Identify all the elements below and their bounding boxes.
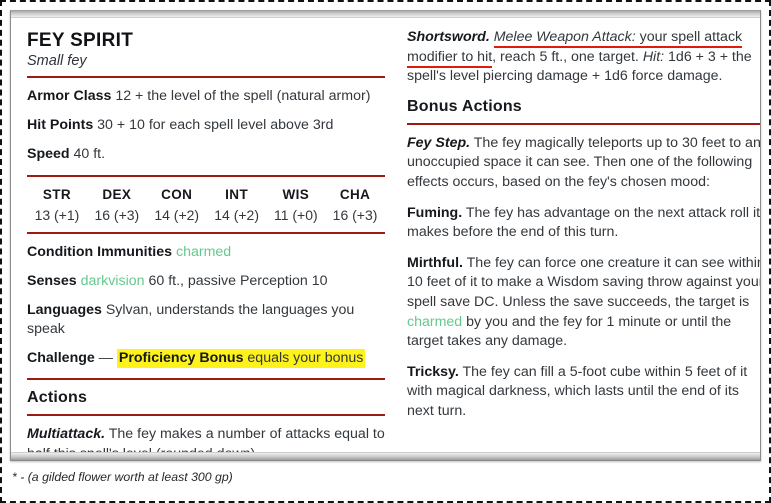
challenge-line: Challenge — Proficiency Bonus equals you… xyxy=(27,349,385,369)
proficiency-bonus-value: equals your bonus xyxy=(243,350,364,367)
ability-value-cha: 16 (+3) xyxy=(332,206,378,223)
ability-header-int: INT xyxy=(225,186,249,202)
hit-points-value: 30 + 10 for each spell level above 3rd xyxy=(93,117,334,134)
bonus-action-mirthful: Mirthful. The fey can force one creature… xyxy=(407,254,760,352)
card-top-edge xyxy=(11,10,760,18)
ability-header-con: CON xyxy=(161,186,193,202)
senses-value: 60 ft., passive Perception 10 xyxy=(144,272,328,289)
divider-rule xyxy=(27,76,385,78)
action-multiattack-name: Multiattack. xyxy=(27,426,106,443)
bonus-action-fey-step-name: Fey Step. xyxy=(407,134,471,151)
hit-points-line: Hit Points 30 + 10 for each spell level … xyxy=(27,116,385,135)
ability-value-con: 14 (+2) xyxy=(154,206,200,223)
divider-rule xyxy=(27,231,385,234)
screenshot-frame: FEY SPIRIT Small fey Armor Class 12 + th… xyxy=(0,0,771,503)
bonus-action-tricksy-text: The fey can fill a 5-foot cube within 5 … xyxy=(407,363,748,419)
proficiency-bonus-label: Proficiency Bonus xyxy=(118,350,244,367)
ability-header-wis: WIS xyxy=(282,186,310,202)
bonus-action-mirthful-link-charmed[interactable]: charmed xyxy=(407,314,462,330)
footnote: * - (a gilded flower worth at least 300 … xyxy=(12,470,233,484)
ability-value-dex: 16 (+3) xyxy=(94,206,140,223)
bonus-action-fuming: Fuming. The fey has advantage on the nex… xyxy=(407,204,760,243)
section-heading-actions: Actions xyxy=(27,389,88,407)
ability-header-str: STR xyxy=(42,186,72,202)
action-shortsword-reach: , reach 5 ft., one target. xyxy=(492,48,643,65)
action-shortsword-name: Shortsword. xyxy=(407,29,490,45)
proficiency-bonus-highlight: Proficiency Bonus equals your bonus xyxy=(116,349,366,369)
divider-rule xyxy=(27,174,385,177)
ability-header-row: STR DEX CON INT WIS CHA xyxy=(27,186,385,207)
statblock-columns: FEY SPIRIT Small fey Armor Class 12 + th… xyxy=(11,18,760,460)
armor-class-value: 12 + the level of the spell (natural arm… xyxy=(111,88,371,104)
armor-class-line: Armor Class 12 + the level of the spell … xyxy=(27,87,385,106)
condition-immunities-link-charmed[interactable]: charmed xyxy=(176,244,231,260)
action-shortsword: Shortsword. Melee Weapon Attack: your sp… xyxy=(407,28,760,87)
bonus-action-tricksy-name: Tricksy. xyxy=(407,363,459,380)
statblock-left-column: FEY SPIRIT Small fey Armor Class 12 + th… xyxy=(27,28,385,460)
bonus-action-fuming-name: Fuming. xyxy=(407,204,463,221)
section-heading-bonus-actions: Bonus Actions xyxy=(407,97,522,115)
divider-rule xyxy=(27,378,385,381)
bonus-action-fey-step: Fey Step. The fey magically teleports up… xyxy=(407,134,760,193)
card-bottom-edge xyxy=(11,452,760,460)
ability-header-cha: CHA xyxy=(339,186,371,202)
divider-rule xyxy=(27,414,385,417)
action-shortsword-hit-label: Hit: xyxy=(642,48,665,65)
ability-value-str: 13 (+1) xyxy=(34,206,80,223)
speed-value: 40 ft. xyxy=(69,146,106,163)
senses-line: Senses darkvision 60 ft., passive Percep… xyxy=(27,272,385,291)
bonus-action-mirthful-name: Mirthful. xyxy=(407,254,463,271)
hit-points-label: Hit Points xyxy=(27,117,94,134)
senses-link-darkvision[interactable]: darkvision xyxy=(81,273,145,289)
divider-rule xyxy=(407,122,760,125)
ability-value-wis: 11 (+0) xyxy=(273,206,318,223)
bonus-action-tricksy: Tricksy. The fey can fill a 5-foot cube … xyxy=(407,363,760,422)
challenge-dash: — xyxy=(94,350,117,367)
ability-score-table: STR DEX CON INT WIS CHA 13 (+1) 16 (+3) … xyxy=(27,186,385,225)
creature-type-line: Small fey xyxy=(27,53,87,69)
condition-immunities-label: Condition Immunities xyxy=(27,243,173,260)
speed-label: Speed xyxy=(27,146,70,163)
statblock-card: FEY SPIRIT Small fey Armor Class 12 + th… xyxy=(10,10,761,461)
ability-header-dex: DEX xyxy=(102,186,132,202)
action-shortsword-attack-type: Melee Weapon Attack: xyxy=(493,29,636,45)
languages-line: Languages Sylvan, understands the langua… xyxy=(27,301,385,339)
statblock-right-column: Shortsword. Melee Weapon Attack: your sp… xyxy=(407,28,760,460)
armor-class-label: Armor Class xyxy=(27,88,112,104)
ability-value-int: 14 (+2) xyxy=(214,206,259,223)
condition-immunities-line: Condition Immunities charmed xyxy=(27,243,385,262)
speed-line: Speed 40 ft. xyxy=(27,145,385,164)
languages-label: Languages xyxy=(27,301,102,318)
creature-name: FEY SPIRIT xyxy=(27,30,134,51)
ability-value-row: 13 (+1) 16 (+3) 14 (+2) 14 (+2) 11 (+0) … xyxy=(27,207,385,225)
challenge-label: Challenge xyxy=(27,350,95,367)
senses-label: Senses xyxy=(27,272,77,289)
